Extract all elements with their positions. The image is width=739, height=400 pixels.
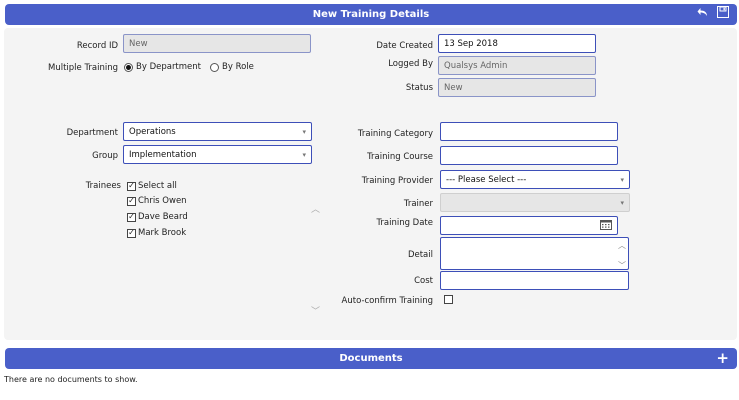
form-title: New Training Details [312, 9, 430, 20]
no-documents-message: There are no documents to show. [4, 375, 138, 384]
training-course-field[interactable] [440, 146, 618, 165]
record-id-label: Record ID [76, 41, 118, 51]
detail-textarea[interactable]: ︿ ﹀ [440, 237, 629, 270]
training-course-label: Training Course [367, 152, 433, 162]
undo-icon[interactable] [697, 7, 709, 18]
training-category-field[interactable] [440, 122, 618, 141]
group-label: Group [92, 151, 118, 161]
by-department-label: By Department [136, 62, 201, 72]
department-value: Operations [129, 126, 176, 137]
group-select[interactable]: Implementation ▾ [123, 145, 312, 164]
training-category-label: Training Category [357, 129, 433, 139]
record-id-field: New [123, 34, 311, 53]
department-select[interactable]: Operations ▾ [123, 122, 312, 141]
training-provider-label: Training Provider [361, 176, 433, 186]
chevron-down-icon: ▾ [302, 127, 306, 136]
date-created-field[interactable]: 13 Sep 2018 [438, 34, 596, 53]
trainee-name: Dave Beard [138, 212, 188, 222]
multiple-training-options: By Department By Role [124, 62, 254, 72]
trainee-item[interactable]: ✓ Chris Owen [127, 196, 187, 206]
trainees-label: Trainees [85, 181, 121, 191]
scroll-up-icon[interactable]: ︿ [311, 202, 320, 215]
detail-label: Detail [407, 250, 433, 260]
trainer-label: Trainer [403, 199, 433, 209]
documents-title: Documents [339, 353, 403, 364]
status-label: Status [405, 83, 433, 93]
select-all-label: Select all [138, 181, 177, 191]
training-date-label: Training Date [376, 218, 433, 228]
scroll-down-icon[interactable]: ﹀ [618, 260, 626, 271]
logged-by-field: Qualsys Admin [438, 56, 596, 75]
logged-by-label: Logged By [388, 59, 433, 69]
chevron-down-icon: ▾ [620, 198, 624, 207]
trainee-checkbox[interactable]: ✓ [127, 212, 136, 222]
training-date-field[interactable] [440, 216, 618, 235]
department-label: Department [66, 128, 118, 138]
scroll-down-icon[interactable]: ﹀ [311, 304, 320, 317]
by-department-radio[interactable] [124, 62, 133, 72]
auto-confirm-label: Auto-confirm Training [341, 296, 433, 306]
scroll-up-icon[interactable]: ︿ [618, 240, 626, 251]
status-field: New [438, 78, 596, 97]
select-all-checkbox[interactable]: ✓ [127, 181, 136, 191]
trainer-select: ▾ [440, 193, 630, 212]
documents-header: Documents + [5, 348, 737, 369]
multiple-training-label: Multiple Training [47, 63, 118, 73]
training-provider-select[interactable]: --- Please Select --- ▾ [440, 170, 630, 189]
cost-field[interactable] [440, 271, 629, 290]
save-icon[interactable] [717, 6, 729, 18]
trainee-name: Mark Brook [138, 228, 187, 238]
trainee-checkbox[interactable]: ✓ [127, 196, 136, 206]
by-role-label: By Role [222, 62, 254, 72]
group-value: Implementation [129, 149, 197, 160]
trainee-item[interactable]: ✓ Dave Beard [127, 212, 188, 222]
by-role-radio[interactable] [210, 62, 219, 72]
date-created-label: Date Created [376, 41, 433, 51]
select-all-row[interactable]: ✓ Select all [127, 181, 177, 191]
form-panel: Record ID New Multiple Training By Depar… [4, 28, 737, 340]
cost-label: Cost [414, 276, 433, 286]
training-provider-value: --- Please Select --- [446, 174, 527, 185]
auto-confirm-checkbox[interactable] [444, 295, 453, 304]
add-document-icon[interactable]: + [716, 349, 729, 367]
trainee-item[interactable]: ✓ Mark Brook [127, 228, 186, 238]
chevron-down-icon: ▾ [302, 150, 306, 159]
trainee-name: Chris Owen [138, 196, 187, 206]
form-header: New Training Details [5, 4, 737, 25]
chevron-down-icon: ▾ [620, 175, 624, 184]
calendar-icon[interactable] [600, 219, 612, 233]
trainee-checkbox[interactable]: ✓ [127, 228, 136, 238]
